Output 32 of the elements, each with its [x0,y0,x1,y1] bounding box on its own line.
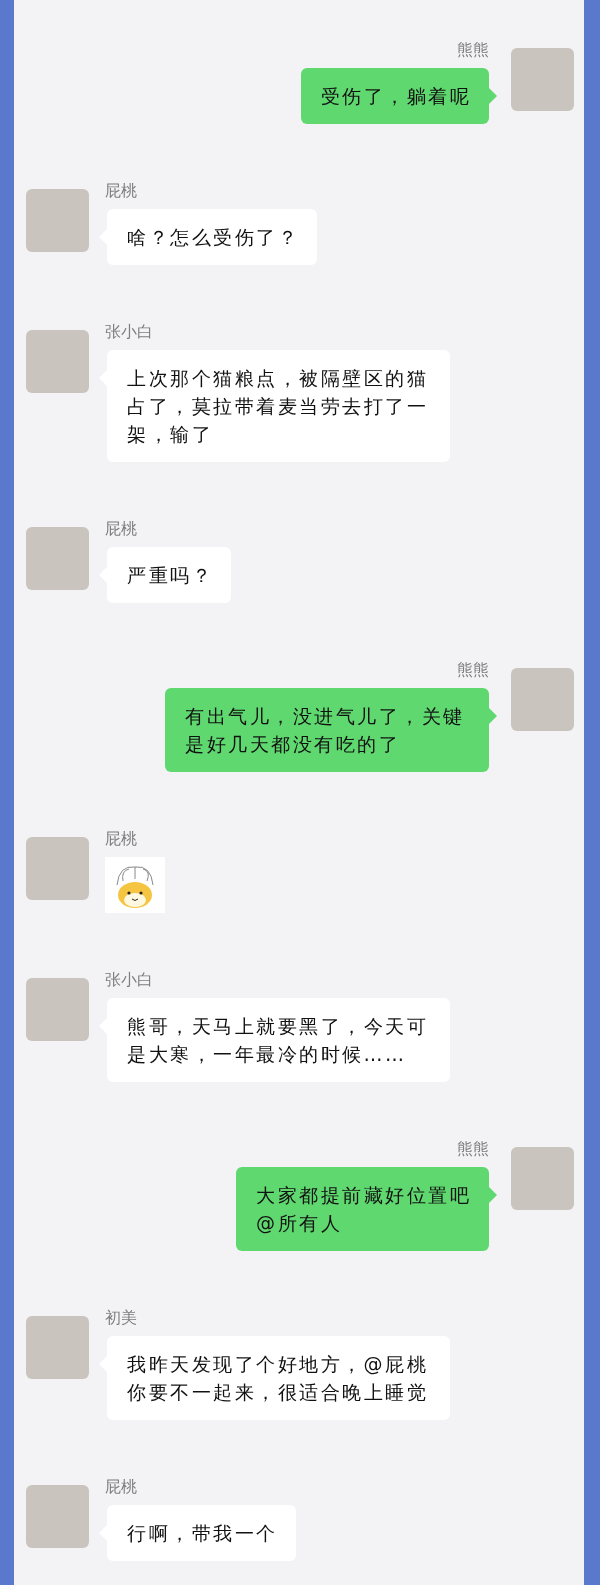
avatar-photo[interactable] [26,837,89,900]
sender-name: 屁桃 [105,181,137,201]
sender-name: 屁桃 [105,1477,137,1497]
message-bubble[interactable]: 我昨天发现了个好地方，@屁桃你要不一起来，很适合晚上睡觉 [107,1336,450,1420]
sender-name: 屁桃 [105,829,137,849]
sender-name: 熊熊 [457,660,489,680]
sender-name: 张小白 [105,322,153,342]
sender-name: 张小白 [105,970,153,990]
avatar-photo[interactable] [26,1316,89,1379]
message-text: 大家都提前藏好位置吧 [256,1183,471,1208]
message-bubble[interactable]: 行啊，带我一个 [107,1505,296,1561]
sender-name: 熊熊 [457,40,489,60]
message-bubble[interactable]: 大家都提前藏好位置吧 @所有人 [236,1167,489,1251]
sender-name: 屁桃 [105,519,137,539]
sender-name: 熊熊 [457,1139,489,1159]
avatar-photo[interactable] [26,1485,89,1548]
sticker-drawing[interactable] [105,857,165,913]
message-bubble[interactable]: 有出气儿，没进气儿了，关键是好几天都没有吃的了 [165,688,489,772]
message-bubble[interactable]: 严重吗？ [107,547,231,603]
avatar-photo[interactable] [26,189,89,252]
message-bubble[interactable]: 受伤了，躺着呢 [300,68,489,124]
avatar-photo[interactable] [26,527,89,590]
message-bubble[interactable]: 啥？怎么受伤了？ [107,209,317,265]
avatar-photo[interactable] [511,668,574,731]
avatar-photo[interactable] [26,330,89,393]
avatar-photo[interactable] [511,1147,574,1210]
avatar-photo[interactable] [26,978,89,1041]
avatar-photo[interactable] [511,48,574,111]
message-bubble[interactable]: 熊哥，天马上就要黑了，今天可是大寒，一年最冷的时候…… [107,998,450,1082]
message-text: @所有人 [256,1211,343,1236]
message-bubble[interactable]: 上次那个猫粮点，被隔壁区的猫占了，莫拉带着麦当劳去打了一架，输了 [107,350,450,462]
sender-name: 初美 [105,1308,137,1328]
